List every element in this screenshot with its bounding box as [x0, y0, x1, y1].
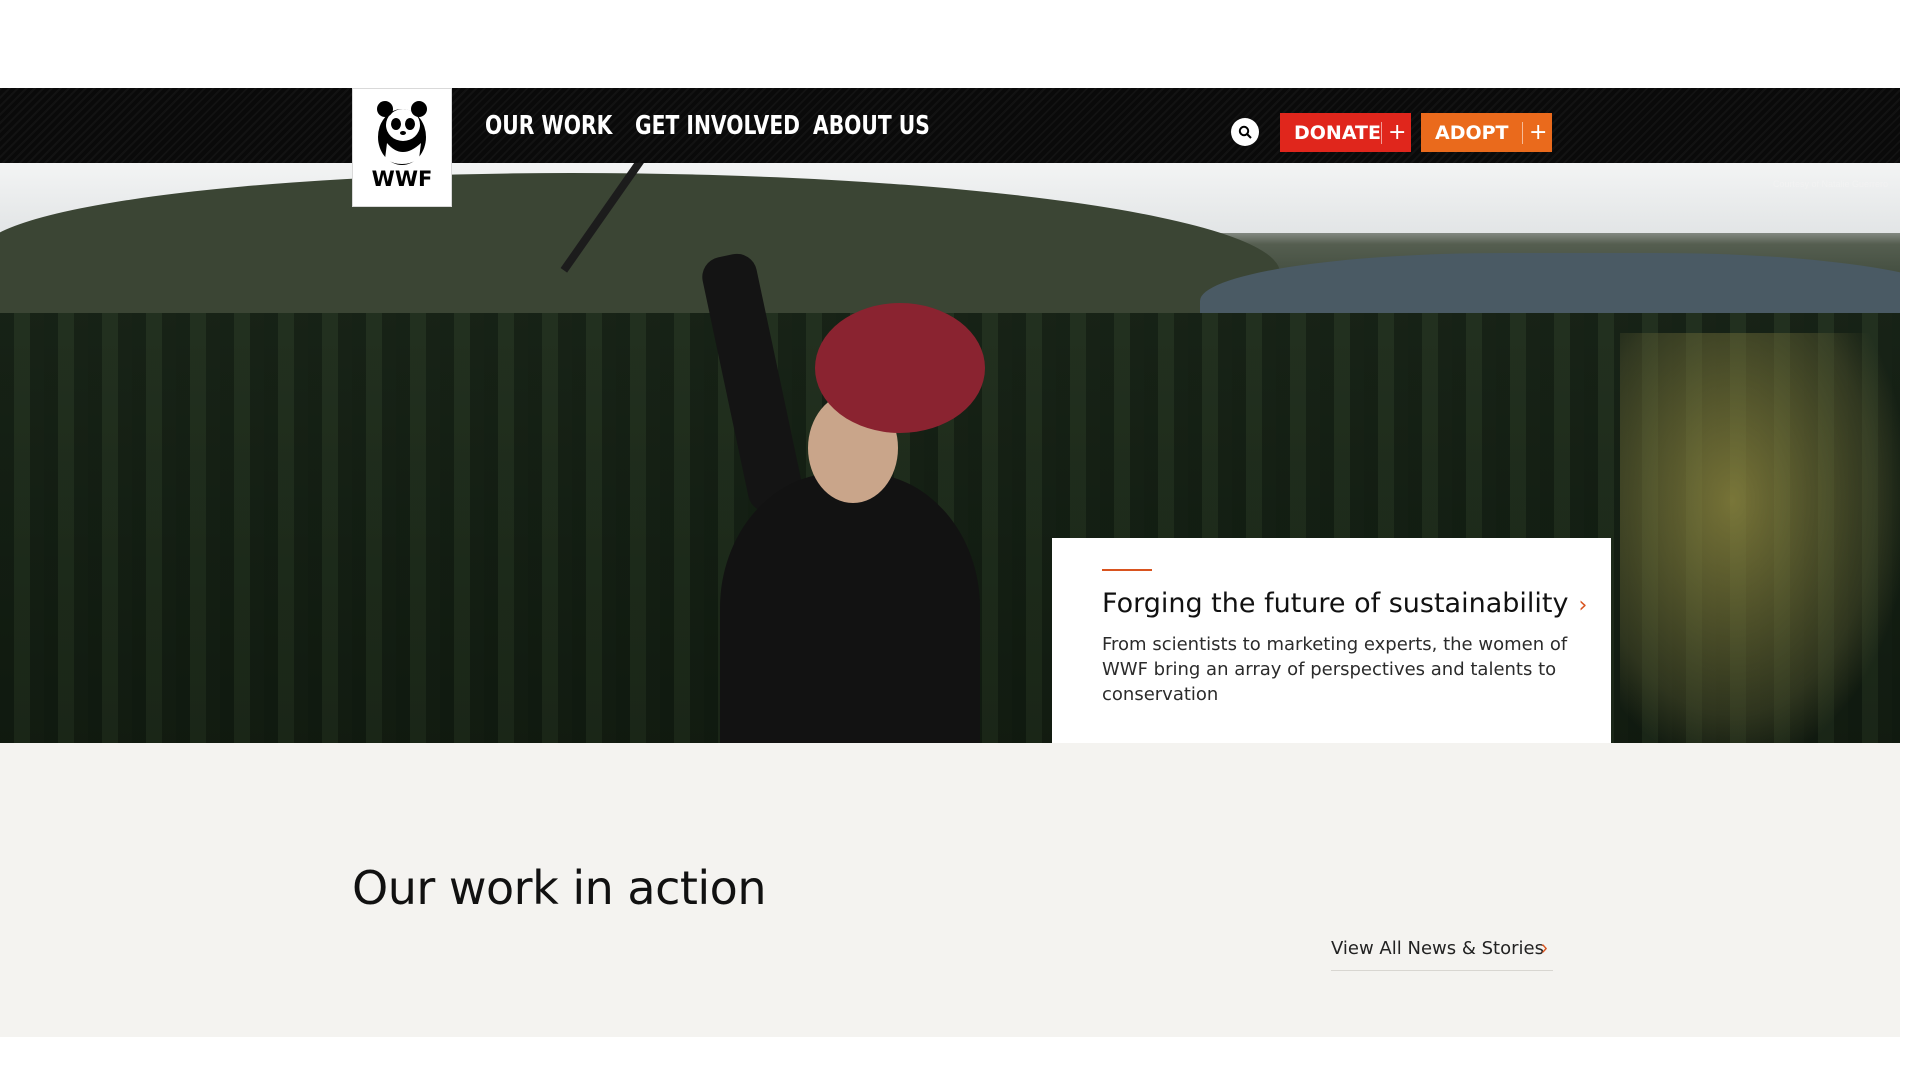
main-nav: OUR WORK GET INVOLVED ABOUT US: [485, 88, 930, 163]
donate-label: DONATE: [1294, 121, 1381, 144]
search-button[interactable]: [1231, 118, 1259, 146]
chevron-right-icon: ›: [1541, 937, 1548, 959]
section-heading: Our work in action: [352, 861, 766, 915]
view-all-news-link[interactable]: View All News & Stories ›: [1331, 937, 1553, 971]
work-in-action-section: Our work in action View All News & Stori…: [0, 743, 1900, 1037]
logo-text: WWF: [371, 167, 433, 191]
search-icon: [1238, 125, 1252, 139]
donate-divider: [1381, 121, 1382, 144]
top-navigation-bar: [0, 88, 1900, 163]
donate-button[interactable]: DONATE +: [1280, 113, 1411, 152]
adopt-label: ADOPT: [1435, 121, 1509, 144]
nav-about-us[interactable]: ABOUT US: [813, 111, 930, 141]
hero-person: [720, 473, 980, 743]
donate-plus-icon: +: [1388, 120, 1407, 145]
nav-get-involved[interactable]: GET INVOLVED: [635, 111, 800, 141]
panda-icon: [377, 101, 427, 165]
hero-red-hat: [815, 303, 985, 433]
hero-autumn-trees: [1620, 333, 1900, 743]
accent-rule: [1102, 569, 1152, 571]
featured-story-card[interactable]: Forging the future of sustainability › Fr…: [1052, 538, 1611, 743]
photo-credit: Courtesy of Natalie Guerrero: [1772, 179, 1888, 189]
adopt-plus-icon: +: [1529, 120, 1548, 145]
view-all-label: View All News & Stories: [1331, 938, 1544, 959]
adopt-button[interactable]: ADOPT +: [1421, 113, 1552, 152]
wwf-logo[interactable]: WWF: [352, 88, 452, 207]
chevron-right-icon: ›: [1578, 593, 1588, 618]
hero-image: Courtesy of Natalie Guerrero: [0, 163, 1900, 743]
story-title-link[interactable]: Forging the future of sustainability ›: [1102, 588, 1587, 619]
story-description: From scientists to marketing experts, th…: [1102, 634, 1568, 705]
adopt-divider: [1522, 121, 1523, 144]
nav-our-work[interactable]: OUR WORK: [485, 111, 612, 141]
story-title: Forging the future of sustainability: [1102, 588, 1569, 619]
